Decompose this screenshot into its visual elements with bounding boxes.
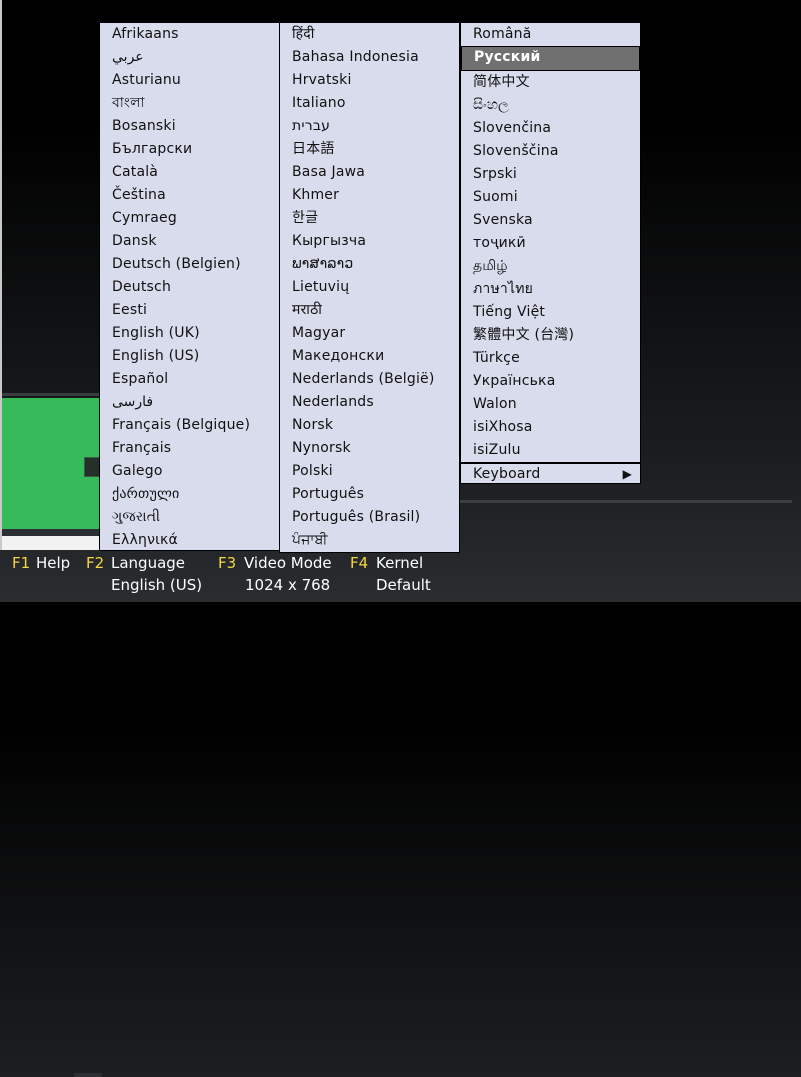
- language-item[interactable]: Deutsch: [100, 276, 279, 299]
- language-item[interactable]: Nederlands (België): [280, 368, 459, 391]
- language-item[interactable]: فارسی: [100, 391, 279, 414]
- language-item[interactable]: Nederlands: [280, 391, 459, 414]
- language-item[interactable]: 한글: [280, 207, 459, 230]
- language-item[interactable]: Magyar: [280, 322, 459, 345]
- language-item[interactable]: English (UK): [100, 322, 279, 345]
- language-item[interactable]: தமிழ்: [461, 255, 640, 278]
- language-item[interactable]: Lietuvių: [280, 276, 459, 299]
- language-item[interactable]: 简体中文: [461, 71, 640, 94]
- language-item[interactable]: Español: [100, 368, 279, 391]
- language-item[interactable]: Asturianu: [100, 69, 279, 92]
- language-item[interactable]: ગુજરાતી: [100, 506, 279, 529]
- language-item[interactable]: ภาษาไทย: [461, 278, 640, 301]
- language-item[interactable]: Khmer: [280, 184, 459, 207]
- language-column-1: Afrikaans عربي Asturianu বাংলা Bosanski Бълга…: [99, 22, 280, 551]
- language-item[interactable]: isiXhosa: [461, 416, 640, 439]
- f4-key[interactable]: F4: [350, 554, 368, 572]
- language-item[interactable]: Français (Belgique): [100, 414, 279, 437]
- language-item[interactable]: Svenska: [461, 209, 640, 232]
- language-item[interactable]: Українська: [461, 370, 640, 393]
- language-item[interactable]: Türkçe: [461, 347, 640, 370]
- language-item[interactable]: Bahasa Indonesia: [280, 46, 459, 69]
- language-item[interactable]: Dansk: [100, 230, 279, 253]
- language-item[interactable]: Čeština: [100, 184, 279, 207]
- keyboard-label: Keyboard: [473, 466, 541, 482]
- language-item[interactable]: Français: [100, 437, 279, 460]
- language-item[interactable]: ਪੰਜਾਬੀ: [280, 529, 459, 552]
- help-label[interactable]: Help: [36, 554, 70, 572]
- background-line: [2, 393, 100, 396]
- language-item[interactable]: Srpski: [461, 163, 640, 186]
- language-item[interactable]: Polski: [280, 460, 459, 483]
- language-item[interactable]: Eesti: [100, 299, 279, 322]
- language-item[interactable]: मराठी: [280, 299, 459, 322]
- background-dark-band: [2, 529, 100, 536]
- language-item[interactable]: Walon: [461, 393, 640, 416]
- f3-key[interactable]: F3: [218, 554, 236, 572]
- language-item[interactable]: Galego: [100, 460, 279, 483]
- language-item[interactable]: Български: [100, 138, 279, 161]
- language-label[interactable]: Language: [111, 554, 185, 572]
- language-item[interactable]: Македонски: [280, 345, 459, 368]
- language-item[interactable]: عربي: [100, 46, 279, 69]
- language-value: English (US): [111, 576, 203, 594]
- language-item[interactable]: 繁體中文 (台灣): [461, 324, 640, 347]
- language-item[interactable]: Português: [280, 483, 459, 506]
- language-column-3: Română Русский 简体中文 සිංහල Slovenčina Slovenšč…: [460, 22, 641, 484]
- language-item[interactable]: Italiano: [280, 92, 459, 115]
- kernel-label[interactable]: Kernel: [376, 554, 423, 572]
- submenu-arrow-icon: ▶: [622, 467, 632, 481]
- language-item[interactable]: Slovenščina: [461, 140, 640, 163]
- language-item[interactable]: Hrvatski: [280, 69, 459, 92]
- language-item[interactable]: हिंदी: [280, 23, 459, 46]
- language-item[interactable]: Русский: [461, 46, 640, 71]
- video-mode-label[interactable]: Video Mode: [244, 554, 332, 572]
- language-item[interactable]: Slovenčina: [461, 117, 640, 140]
- language-item[interactable]: বাংলা: [100, 92, 279, 115]
- kernel-value: Default: [376, 576, 431, 594]
- language-item[interactable]: Nynorsk: [280, 437, 459, 460]
- language-item[interactable]: עברית: [280, 115, 459, 138]
- language-item[interactable]: Кыргызча: [280, 230, 459, 253]
- language-item[interactable]: English (US): [100, 345, 279, 368]
- language-item[interactable]: සිංහල: [461, 94, 640, 117]
- language-column-2: हिंदी Bahasa Indonesia Hrvatski Italiano עבר…: [279, 22, 460, 553]
- language-item[interactable]: Suomi: [461, 186, 640, 209]
- language-item[interactable]: Norsk: [280, 414, 459, 437]
- language-item[interactable]: Deutsch (Belgien): [100, 253, 279, 276]
- f1-key[interactable]: F1: [12, 554, 30, 572]
- language-item[interactable]: Català: [100, 161, 279, 184]
- language-item[interactable]: Basa Jawa: [280, 161, 459, 184]
- background-divider: [460, 500, 792, 503]
- language-item[interactable]: ქართული: [100, 483, 279, 506]
- keyboard-menu-item[interactable]: Keyboard ▶: [461, 462, 640, 487]
- language-item[interactable]: Ελληνικά: [100, 529, 279, 552]
- language-item[interactable]: isiZulu: [461, 439, 640, 462]
- language-item[interactable]: 日本語: [280, 138, 459, 161]
- language-item[interactable]: тоҷикӣ: [461, 232, 640, 255]
- language-item[interactable]: Bosanski: [100, 115, 279, 138]
- function-key-bar: F1 Help F2 Language English (US) F3 Vide…: [0, 550, 801, 602]
- video-mode-value: 1024 x 768: [245, 576, 331, 594]
- f2-key[interactable]: F2: [86, 554, 104, 572]
- language-item[interactable]: Tiếng Việt: [461, 301, 640, 324]
- language-item[interactable]: Cymraeg: [100, 207, 279, 230]
- language-item[interactable]: Afrikaans: [100, 23, 279, 46]
- language-item[interactable]: Română: [461, 23, 640, 46]
- language-item[interactable]: ພາສາລາວ: [280, 253, 459, 276]
- background-white-band: [2, 536, 102, 1077]
- language-item[interactable]: Português (Brasil): [280, 506, 459, 529]
